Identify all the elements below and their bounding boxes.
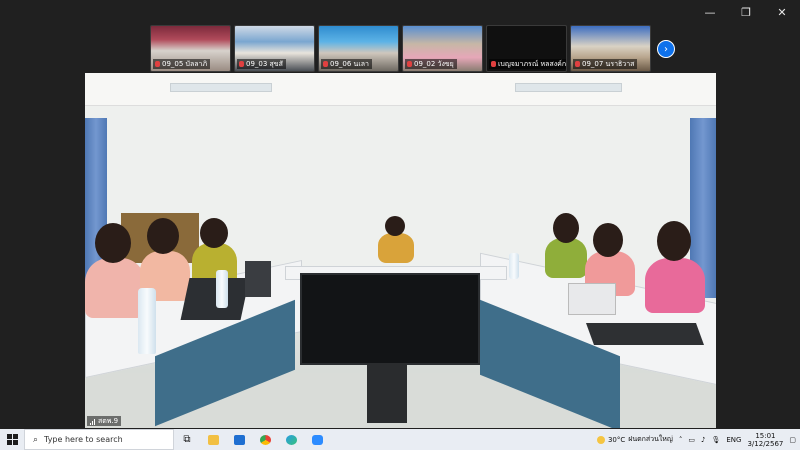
ceiling-light (170, 83, 272, 92)
mail-icon[interactable] (226, 429, 252, 450)
search-icon: ⌕ (33, 434, 39, 445)
notification-icon[interactable]: ▢ (789, 436, 796, 444)
participant-tile[interactable]: 09_03 สุขสั (234, 25, 315, 72)
water-bottle (138, 288, 156, 354)
water-bottle (216, 270, 228, 308)
chrome-icon[interactable] (252, 429, 278, 450)
video-name-text: สตพ.9 (98, 417, 119, 425)
mic-muted-icon (575, 61, 580, 67)
main-video: สตพ.9 (85, 73, 716, 428)
participant-name-text: 09_06 นเลา (330, 60, 369, 68)
taskbar: ⌕ Type here to search ⧉ 30°C ฝนตกส่วนใหญ… (0, 429, 800, 450)
network-icon[interactable]: ▭ (688, 436, 695, 444)
participant-tile[interactable]: เบญจมาภรณ์ หลสงค์กลุ (486, 25, 567, 72)
speaker-icon[interactable]: ♪ (701, 436, 705, 444)
weather-widget[interactable]: 30°C ฝนตกส่วนใหญ่ (596, 434, 673, 445)
participant-name-text: 09_02 วังขยุ (414, 60, 454, 68)
weather-icon (596, 435, 605, 444)
zoom-icon[interactable] (304, 429, 330, 450)
windows-icon (6, 434, 18, 445)
participant-tile[interactable]: 09_06 นเลา (318, 25, 399, 72)
participant-head (593, 223, 623, 257)
laptop (568, 283, 616, 315)
restore-button[interactable]: ❐ (728, 0, 764, 24)
system-tray: 30°C ฝนตกส่วนใหญ่ ˄ ▭ ♪ 🎙 ENG 15:01 3/12… (596, 429, 800, 450)
edge-icon[interactable] (278, 429, 304, 450)
task-view-icon[interactable]: ⧉ (174, 429, 200, 450)
weather-temp: 30°C (607, 435, 626, 444)
participant-tile[interactable]: 09_05 บัลลาภิ (150, 25, 231, 72)
weather-text: ฝนตกส่วนใหญ่ (628, 435, 673, 443)
participant-name-text: 09_03 สุขสั (246, 60, 283, 68)
chairperson (378, 233, 414, 263)
file-explorer-icon[interactable] (200, 429, 226, 450)
clock[interactable]: 15:01 3/12/2567 (747, 432, 783, 448)
participant-head (147, 218, 179, 254)
participant-name-text: 09_05 บัลลาภิ (162, 60, 208, 68)
signal-icon (90, 418, 95, 425)
laptop (585, 323, 705, 345)
mic-muted-icon (239, 61, 244, 67)
mic-muted-icon (323, 61, 328, 67)
next-page-button[interactable]: › (657, 40, 675, 58)
mic-icon[interactable]: 🎙 (711, 436, 720, 444)
participant-name-text: 09_07 นราธิวาส (582, 60, 635, 68)
participant-person (645, 258, 705, 313)
participant-head (553, 213, 579, 243)
tv-stand (367, 363, 407, 423)
laptop (245, 261, 271, 297)
mic-muted-icon (155, 61, 160, 67)
window-controls: — ❐ ✕ (692, 0, 800, 24)
start-button[interactable] (0, 429, 24, 450)
clock-date: 3/12/2567 (747, 439, 784, 448)
taskbar-search[interactable]: ⌕ Type here to search (24, 429, 174, 450)
chevron-right-icon: › (664, 43, 668, 55)
participant-head (657, 221, 691, 261)
participant-person (545, 238, 587, 278)
chevron-up-icon[interactable]: ˄ (679, 436, 683, 444)
participant-name-text: เบญจมาภรณ์ หลสงค์กลุ (498, 60, 567, 68)
participant-tile[interactable]: 09_02 วังขยุ (402, 25, 483, 72)
participant-name: 09_03 สุขสั (237, 59, 286, 69)
participant-name: 09_05 บัลลาภิ (153, 59, 211, 69)
participant-name: 09_06 นเลา (321, 59, 372, 69)
search-placeholder: Type here to search (44, 435, 123, 444)
mic-muted-icon (407, 61, 412, 67)
laptop (180, 278, 250, 320)
participant-strip: 09_05 บัลลาภิ 09_03 สุขสั 09_06 นเลา 09_… (150, 25, 651, 72)
participant-head (95, 223, 131, 263)
close-button[interactable]: ✕ (764, 0, 800, 24)
participant-name: 09_02 วังขยุ (405, 59, 457, 69)
water-bottle (509, 253, 519, 279)
participant-head (385, 216, 405, 236)
participant-name: เบญจมาภรณ์ หลสงค์กลุ (489, 59, 567, 69)
ceiling-light (515, 83, 622, 92)
participant-head (200, 218, 228, 248)
room-ceiling (85, 73, 716, 106)
participant-name: 09_07 นราธิวาส (573, 59, 638, 69)
language-indicator[interactable]: ENG (726, 436, 741, 444)
video-name-tag: สตพ.9 (87, 416, 122, 426)
mic-muted-icon (491, 61, 496, 67)
tv-monitor (300, 273, 480, 365)
participant-person (85, 258, 145, 318)
participant-tile[interactable]: 09_07 นราธิวาส (570, 25, 651, 72)
minimize-button[interactable]: — (692, 0, 728, 24)
clock-time: 15:01 (755, 431, 776, 440)
